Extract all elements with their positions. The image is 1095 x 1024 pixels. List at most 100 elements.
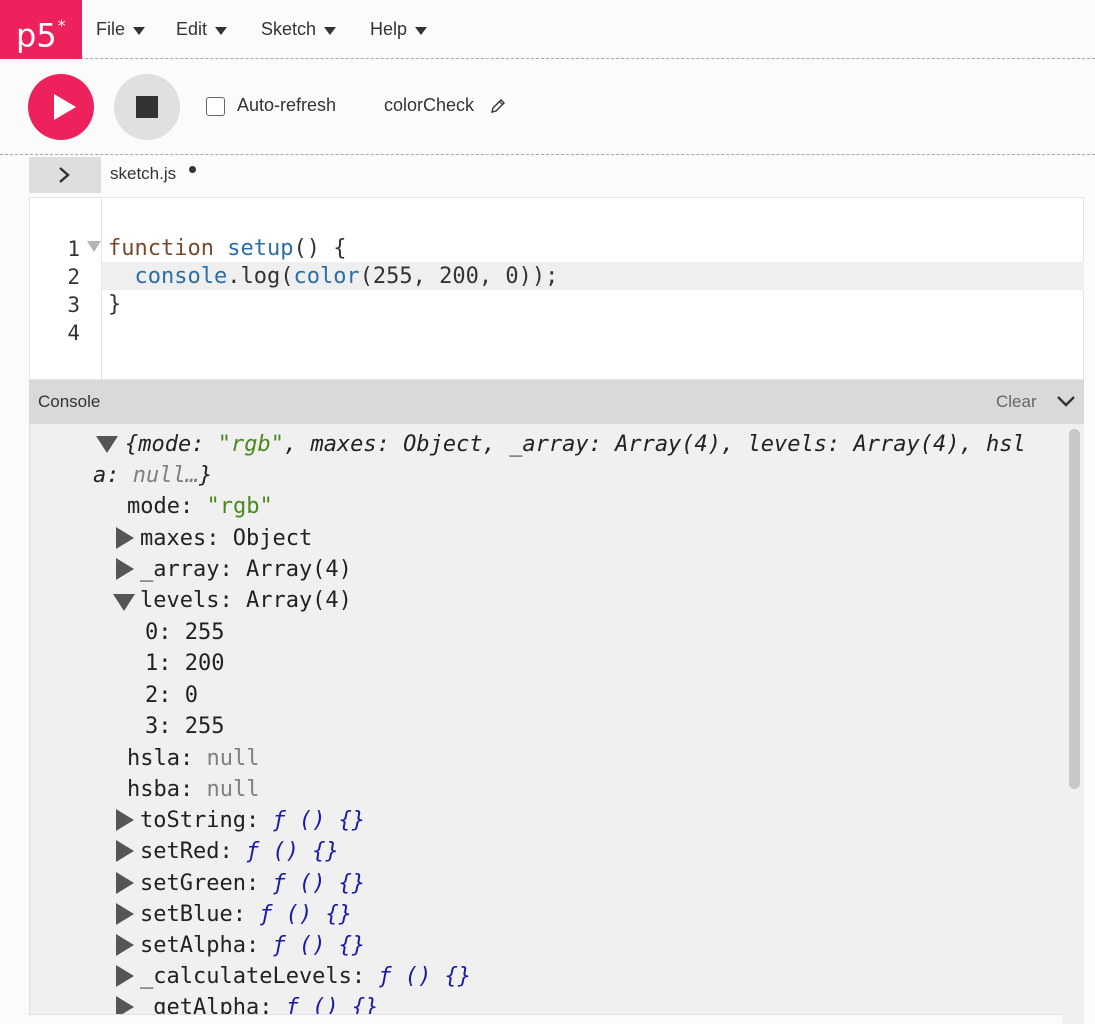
console-prop-setgreen[interactable]: setGreen: ƒ () {} xyxy=(140,868,365,899)
stop-icon xyxy=(136,96,158,118)
play-button[interactable] xyxy=(28,74,94,140)
menu-edit-label: Edit xyxy=(176,19,208,39)
function-symbol: ƒ xyxy=(378,964,392,989)
line-number: 3 xyxy=(67,293,80,317)
console-scrollbar-thumb[interactable] xyxy=(1069,429,1080,789)
console-array-item: 3: 255 xyxy=(145,714,225,739)
console-array-item: 2: 0 xyxy=(145,683,198,708)
chevron-right-icon xyxy=(59,167,70,183)
prop-string-value: "rgb" xyxy=(206,494,273,519)
expand-toggle-icon[interactable] xyxy=(96,436,118,453)
summary-text: a: xyxy=(93,463,133,488)
chevron-down-icon xyxy=(324,26,337,35)
auto-refresh-label[interactable]: Auto-refresh xyxy=(237,95,336,116)
console-prop-tostring[interactable]: toString: ƒ () {} xyxy=(140,805,365,836)
p5-logo[interactable]: p5* xyxy=(0,0,82,59)
summary-text: {mode: xyxy=(125,432,218,457)
code-editor[interactable]: 1 2 3 4 function setup() { console.log(c… xyxy=(29,197,1084,380)
code-line-1: function setup() { xyxy=(108,235,346,263)
console-array-item: 1: 200 xyxy=(145,651,225,676)
console-prop-levels[interactable]: levels: Array(4) xyxy=(140,585,352,616)
expand-toggle-icon[interactable] xyxy=(116,809,134,831)
top-nav: p5* File Edit Sketch Help xyxy=(0,0,1095,59)
expand-toggle-icon[interactable] xyxy=(116,872,134,894)
code-text: } xyxy=(108,292,122,317)
console-prop-maxes[interactable]: maxes: Object xyxy=(140,523,312,554)
fold-arrow-icon[interactable] xyxy=(87,241,101,252)
prop-key: setAlpha: xyxy=(140,933,273,958)
console-prop-setred[interactable]: setRed: ƒ () {} xyxy=(140,836,339,867)
prop-key: setBlue: xyxy=(140,902,260,927)
code-line-2: console.log(color(255, 200, 0)); xyxy=(108,263,559,291)
prop-key: toString: xyxy=(140,808,273,833)
expand-toggle-icon[interactable] xyxy=(116,840,134,862)
logo-asterisk: * xyxy=(57,16,66,35)
pencil-icon[interactable] xyxy=(489,97,507,115)
console-object-summary-cont: a: null…} xyxy=(93,460,212,491)
prop-key: hsba: xyxy=(127,777,207,802)
expand-toggle-icon[interactable] xyxy=(116,965,134,987)
code-keyword: function xyxy=(108,236,214,261)
prop-key: setRed: xyxy=(140,839,246,864)
console-prop-setalpha[interactable]: setAlpha: ƒ () {} xyxy=(140,930,365,961)
menu-file[interactable]: File xyxy=(96,0,146,59)
code-text: (255, 200, 0)); xyxy=(359,264,559,289)
menu-sketch-label: Sketch xyxy=(261,19,317,39)
chevron-down-icon[interactable] xyxy=(1056,393,1076,409)
code-line-3: } xyxy=(108,291,121,319)
console-prop-hsla: hsla: null xyxy=(127,743,259,774)
line-number: 1 xyxy=(67,237,80,261)
code-text: .log( xyxy=(227,264,294,289)
console-prop-mode: mode: "rgb" xyxy=(127,491,273,522)
prop-key: mode: xyxy=(127,494,207,519)
prop-key: setGreen: xyxy=(140,871,273,896)
prop-null-value: null xyxy=(206,777,260,802)
expand-toggle-icon[interactable] xyxy=(116,934,134,956)
console-header: Console Clear xyxy=(29,380,1084,424)
sketch-name[interactable]: colorCheck xyxy=(384,95,474,116)
expand-toggle-icon[interactable] xyxy=(116,558,134,580)
console-prop-calculatelevels[interactable]: _calculateLevels: ƒ () {} xyxy=(140,961,471,992)
expand-toggle-icon[interactable] xyxy=(116,527,134,549)
console-prop-setblue[interactable]: setBlue: ƒ () {} xyxy=(140,899,352,930)
sidebar-toggle-button[interactable] xyxy=(29,157,101,193)
file-tab-sketch-js[interactable]: sketch.js xyxy=(110,164,176,184)
console-output[interactable]: {mode: "rgb", maxes: Object, _array: Arr… xyxy=(29,424,1084,1024)
code-function-name: color xyxy=(293,264,360,289)
stop-button[interactable] xyxy=(114,74,180,140)
menu-file-label: File xyxy=(96,19,126,39)
line-number: 4 xyxy=(67,321,80,345)
chevron-down-icon xyxy=(415,26,428,35)
function-body: () {} xyxy=(391,964,472,989)
function-symbol: ƒ xyxy=(272,933,286,958)
expand-toggle-icon[interactable] xyxy=(116,903,134,925)
line-number: 2 xyxy=(67,265,80,289)
summary-string: "rgb" xyxy=(217,432,284,457)
logo-text: p5 xyxy=(16,16,57,55)
console-prop-array[interactable]: _array: Array(4) xyxy=(140,554,352,585)
function-body: () {} xyxy=(259,839,339,864)
menu-help[interactable]: Help xyxy=(370,0,428,59)
code-text: () { xyxy=(293,236,347,261)
prop-null-value: null xyxy=(206,746,260,771)
menu-sketch[interactable]: Sketch xyxy=(261,0,337,59)
chevron-down-icon xyxy=(215,26,228,35)
function-symbol: ƒ xyxy=(272,871,286,896)
line-number-gutter: 1 2 3 4 xyxy=(30,198,102,379)
menu-help-label: Help xyxy=(370,19,408,39)
function-body: () {} xyxy=(285,871,366,896)
collapse-toggle-icon[interactable] xyxy=(113,594,135,611)
function-body: () {} xyxy=(285,808,366,833)
console-prop-hsba: hsba: null xyxy=(127,774,259,805)
console-clear-button[interactable]: Clear xyxy=(996,392,1037,412)
summary-text: } xyxy=(198,463,213,488)
function-symbol: ƒ xyxy=(259,902,273,927)
auto-refresh-checkbox[interactable] xyxy=(206,97,225,116)
console-input-bar[interactable] xyxy=(29,1014,1062,1024)
prop-key: _calculateLevels: xyxy=(140,964,379,989)
function-body: () {} xyxy=(285,933,366,958)
play-icon xyxy=(54,94,76,120)
menu-edit[interactable]: Edit xyxy=(176,0,228,59)
function-symbol: ƒ xyxy=(272,808,286,833)
